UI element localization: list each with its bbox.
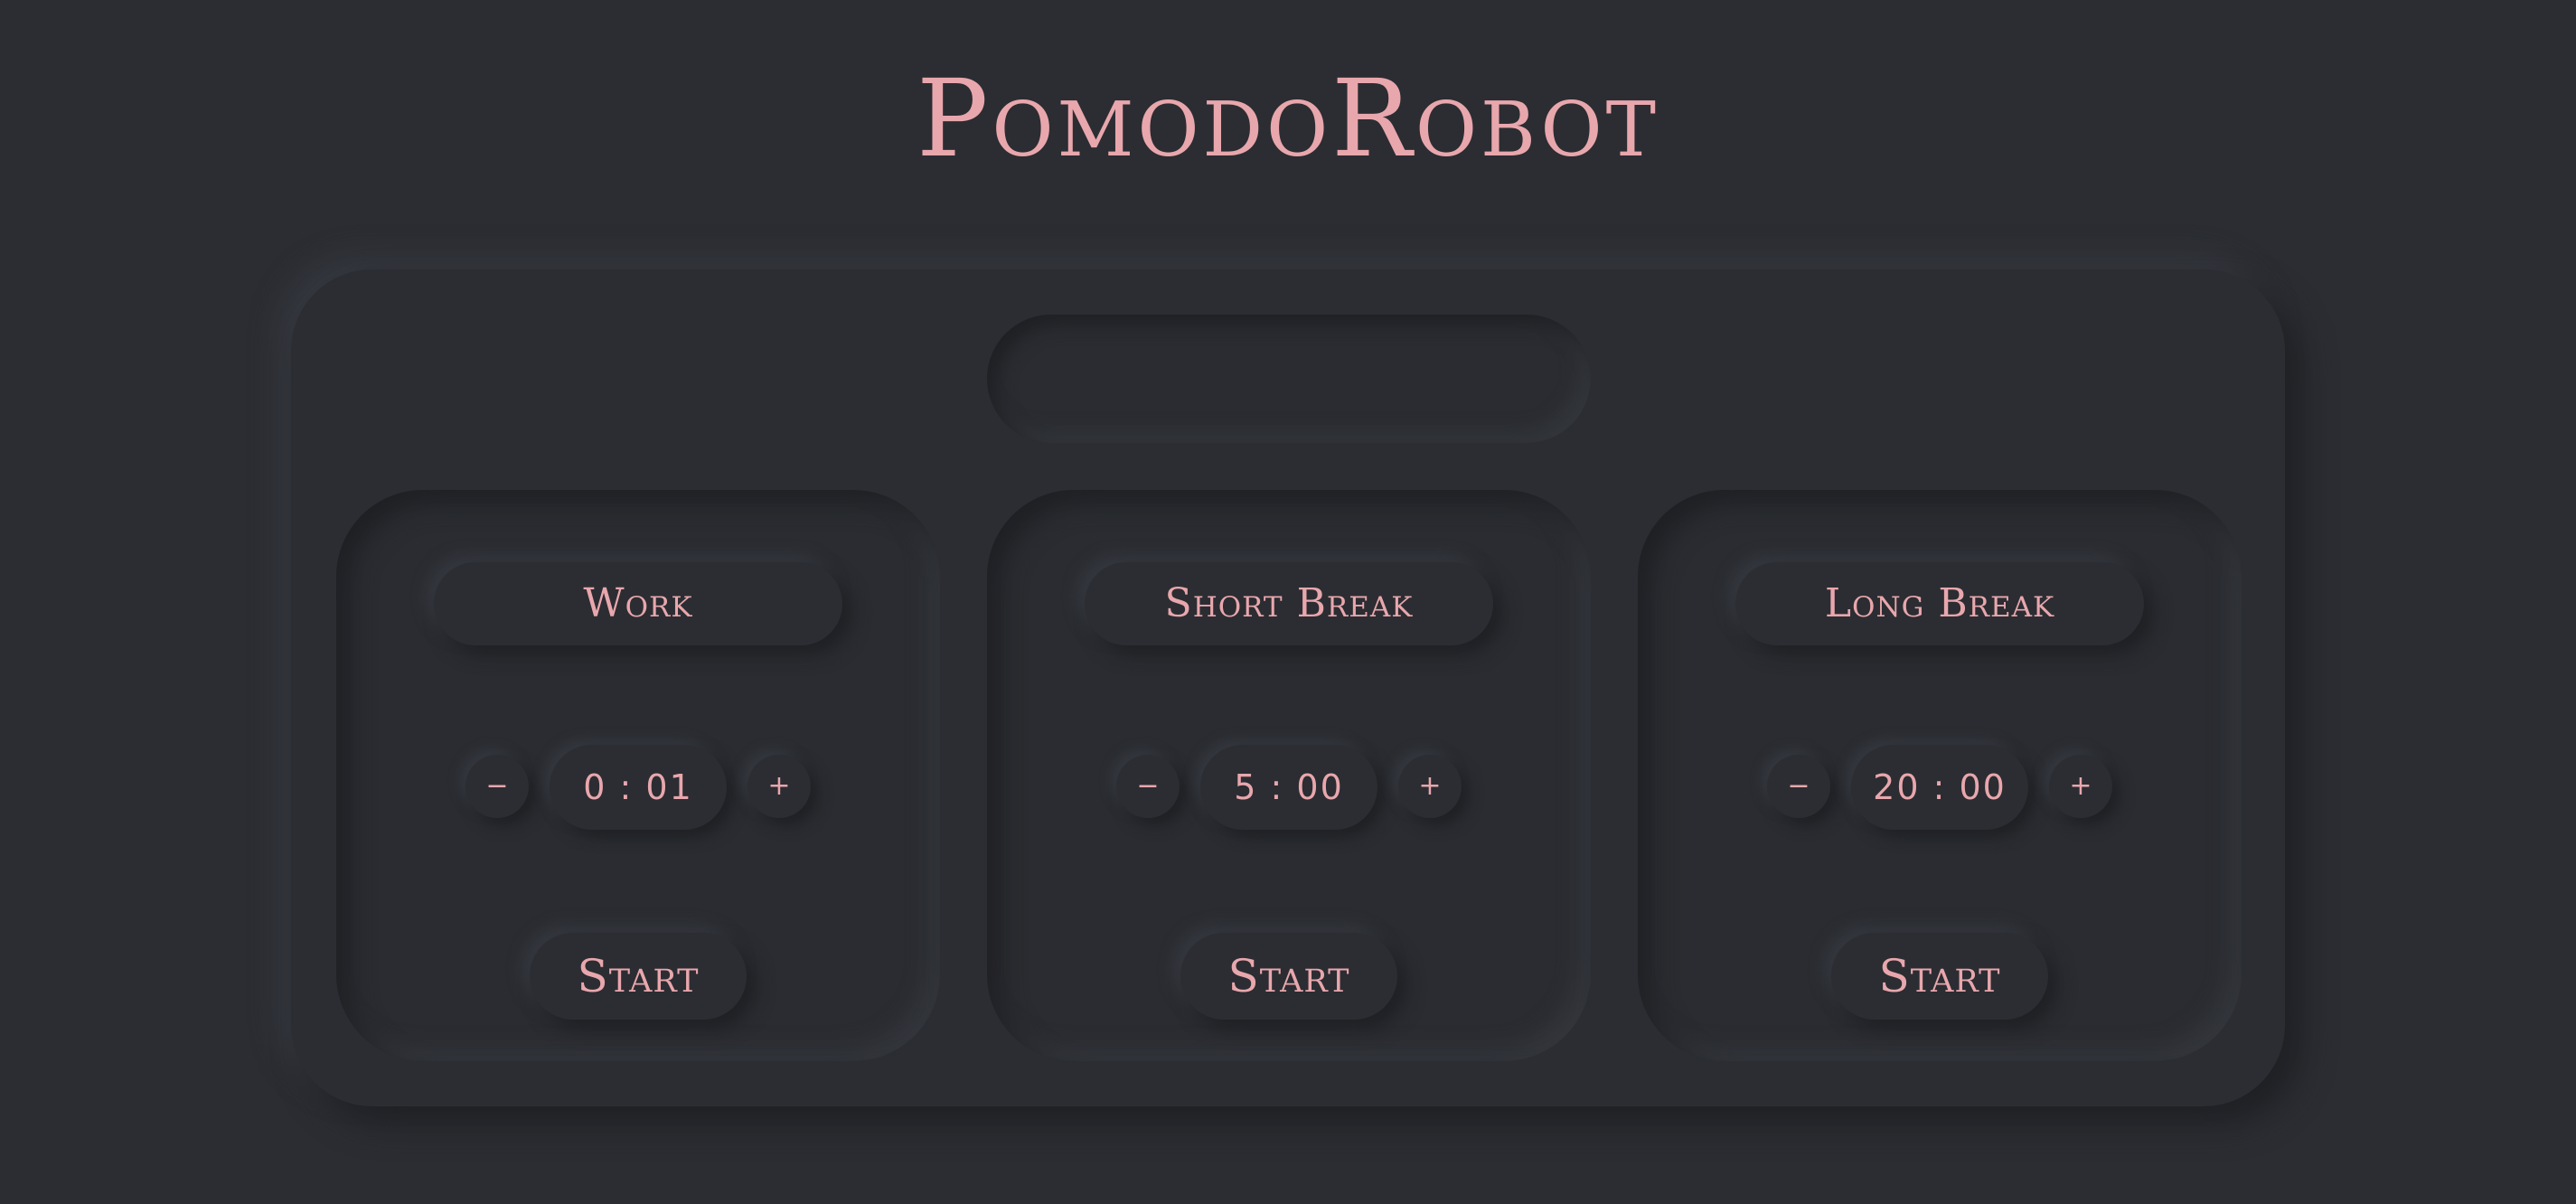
work-increment-button[interactable]: +	[747, 755, 811, 818]
app-title: PomodoRobot	[917, 56, 1659, 181]
long-break-timer-card: Long Break − 20 : 00 + Start	[1638, 490, 2242, 1061]
long-break-decrement-button[interactable]: −	[1767, 755, 1830, 818]
short-break-time-display: 5 : 00	[1200, 745, 1377, 830]
work-start-button[interactable]: Start	[530, 933, 747, 1020]
long-break-label: Long Break	[1735, 562, 2144, 645]
work-timer-card: Work − 0 : 01 + Start	[336, 490, 940, 1061]
work-decrement-button[interactable]: −	[465, 755, 529, 818]
long-break-increment-button[interactable]: +	[2049, 755, 2112, 818]
work-label: Work	[434, 562, 842, 645]
long-break-start-button[interactable]: Start	[1831, 933, 2048, 1020]
short-break-decrement-button[interactable]: −	[1116, 755, 1180, 818]
status-display	[987, 315, 1591, 443]
app-page: PomodoRobot Work − 0 : 01 + Start Short …	[0, 0, 2576, 1204]
short-break-timer-card: Short Break − 5 : 00 + Start	[987, 490, 1591, 1061]
work-time-display: 0 : 01	[550, 745, 727, 830]
short-break-start-button[interactable]: Start	[1180, 933, 1397, 1020]
long-break-time-display: 20 : 00	[1851, 745, 2028, 830]
short-break-label: Short Break	[1085, 562, 1493, 645]
short-break-increment-button[interactable]: +	[1398, 755, 1462, 818]
